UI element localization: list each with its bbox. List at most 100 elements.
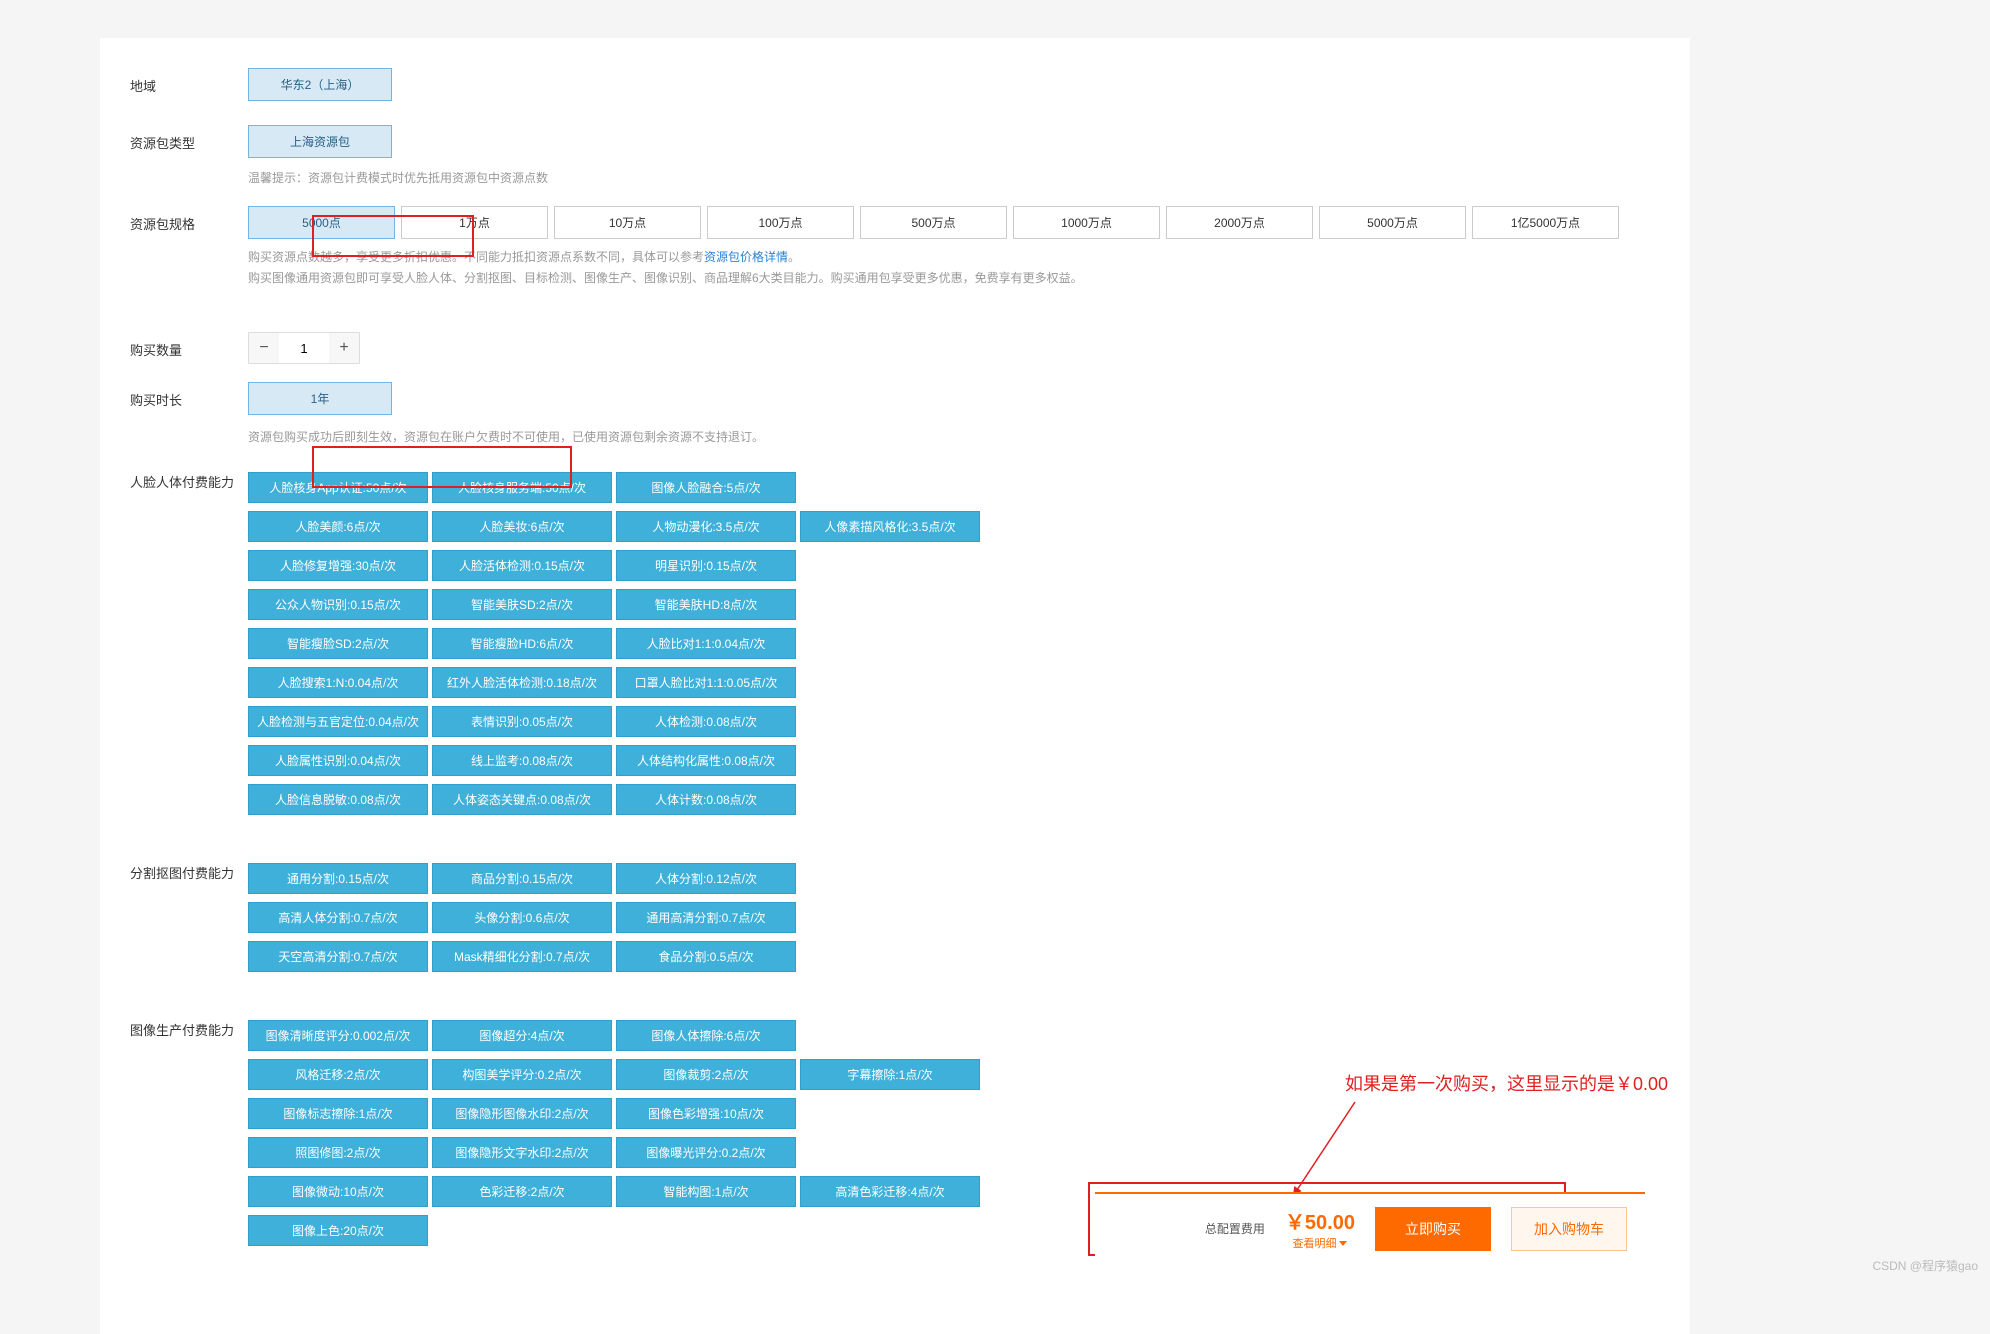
label-gen: 图像生产付费能力 <box>130 1020 248 1039</box>
seg-cap-2-0: 天空高清分割:0.7点/次 <box>248 941 428 972</box>
spec-grid: 5000点1万点10万点100万点500万点1000万点2000万点5000万点… <box>248 206 1660 239</box>
face-cap-6-1: 表情识别:0.05点/次 <box>432 706 612 737</box>
section-seg: 分割抠图付费能力 通用分割:0.15点/次商品分割:0.15点/次人体分割:0.… <box>130 863 1660 980</box>
spec-option-2[interactable]: 10万点 <box>554 206 701 239</box>
footer-bar: 总配置费用 ￥50.00 查看明细 立即购买 加入购物车 <box>1095 1192 1645 1263</box>
gen-cap-1-1: 构图美学评分:0.2点/次 <box>432 1059 612 1090</box>
spec-hint: 购买资源点数越多，享受更多折扣优惠。不同能力抵扣资源点系数不同，具体可以参考资源… <box>248 247 1660 288</box>
face-cap-0-0: 人脸核身App认证:50点/次 <box>248 472 428 503</box>
seg-cap-0-2: 人体分割:0.12点/次 <box>616 863 796 894</box>
label-spec: 资源包规格 <box>130 206 248 233</box>
qty-input[interactable] <box>279 333 329 363</box>
label-region: 地域 <box>130 68 248 95</box>
face-cap-6-0: 人脸检测与五官定位:0.04点/次 <box>248 706 428 737</box>
spec-option-5[interactable]: 1000万点 <box>1013 206 1160 239</box>
seg-cap-0-0: 通用分割:0.15点/次 <box>248 863 428 894</box>
face-cap-1-3: 人像素描风格化:3.5点/次 <box>800 511 980 542</box>
seg-capabilities: 通用分割:0.15点/次商品分割:0.15点/次人体分割:0.12点/次高清人体… <box>248 863 1660 980</box>
seg-cap-1-1: 头像分割:0.6点/次 <box>432 902 612 933</box>
label-seg: 分割抠图付费能力 <box>130 863 248 882</box>
gen-cap-2-1: 图像隐形图像水印:2点/次 <box>432 1098 612 1129</box>
face-cap-7-0: 人脸属性识别:0.04点/次 <box>248 745 428 776</box>
gen-cap-4-0: 图像微动:10点/次 <box>248 1176 428 1207</box>
face-cap-8-0: 人脸信息脱敏:0.08点/次 <box>248 784 428 815</box>
gen-cap-0-2: 图像人体擦除:6点/次 <box>616 1020 796 1051</box>
face-cap-4-2: 人脸比对1:1:0.04点/次 <box>616 628 796 659</box>
face-cap-0-1: 人脸核身服务端:50点/次 <box>432 472 612 503</box>
face-cap-2-1: 人脸活体检测:0.15点/次 <box>432 550 612 581</box>
buy-now-button[interactable]: 立即购买 <box>1375 1207 1491 1251</box>
label-face: 人脸人体付费能力 <box>130 472 248 491</box>
label-pkg-type: 资源包类型 <box>130 125 248 152</box>
gen-cap-1-2: 图像裁剪:2点/次 <box>616 1059 796 1090</box>
gen-cap-3-1: 图像隐形文字水印:2点/次 <box>432 1137 612 1168</box>
face-cap-3-2: 智能美肤HD:8点/次 <box>616 589 796 620</box>
qty-minus-button[interactable]: − <box>249 333 279 363</box>
total-price: ￥50.00 <box>1285 1206 1355 1235</box>
pkg-type-option-0[interactable]: 上海资源包 <box>248 125 392 158</box>
seg-cap-1-0: 高清人体分割:0.7点/次 <box>248 902 428 933</box>
region-option-0[interactable]: 华东2（上海） <box>248 68 392 101</box>
cost-label: 总配置费用 <box>1205 1220 1265 1237</box>
face-cap-7-2: 人体结构化属性:0.08点/次 <box>616 745 796 776</box>
gen-cap-5-0: 图像上色:20点/次 <box>248 1215 428 1246</box>
section-face: 人脸人体付费能力 人脸核身App认证:50点/次人脸核身服务端:50点/次图像人… <box>130 472 1660 823</box>
row-spec: 资源包规格 5000点1万点10万点100万点500万点1000万点2000万点… <box>130 206 1660 288</box>
face-cap-2-2: 明星识别:0.15点/次 <box>616 550 796 581</box>
face-capabilities: 人脸核身App认证:50点/次人脸核身服务端:50点/次图像人脸融合:5点/次人… <box>248 472 1660 823</box>
face-cap-7-1: 线上监考:0.08点/次 <box>432 745 612 776</box>
face-cap-6-2: 人体检测:0.08点/次 <box>616 706 796 737</box>
gen-cap-1-3: 字幕擦除:1点/次 <box>800 1059 980 1090</box>
qty-plus-button[interactable]: + <box>329 333 359 363</box>
spec-option-0[interactable]: 5000点 <box>248 206 395 239</box>
face-cap-8-1: 人体姿态关键点:0.08点/次 <box>432 784 612 815</box>
spec-price-link[interactable]: 资源包价格详情 <box>704 250 788 264</box>
duration-hint: 资源包购买成功后即刻生效，资源包在账户欠费时不可使用，已使用资源包剩余资源不支持… <box>248 427 1660 447</box>
spec-option-4[interactable]: 500万点 <box>860 206 1007 239</box>
gen-cap-3-2: 图像曝光评分:0.2点/次 <box>616 1137 796 1168</box>
seg-cap-2-1: Mask精细化分割:0.7点/次 <box>432 941 612 972</box>
gen-cap-3-0: 照图修图:2点/次 <box>248 1137 428 1168</box>
face-cap-2-0: 人脸修复增强:30点/次 <box>248 550 428 581</box>
spec-option-8[interactable]: 1亿5000万点 <box>1472 206 1619 239</box>
gen-cap-4-2: 智能构图:1点/次 <box>616 1176 796 1207</box>
face-cap-3-0: 公众人物识别:0.15点/次 <box>248 589 428 620</box>
view-detail-link[interactable]: 查看明细 <box>1292 1235 1347 1251</box>
pkg-type-hint: 温馨提示：资源包计费模式时优先抵用资源包中资源点数 <box>248 168 1660 188</box>
face-cap-0-2: 图像人脸融合:5点/次 <box>616 472 796 503</box>
label-duration: 购买时长 <box>130 382 248 409</box>
face-cap-1-1: 人脸美妆:6点/次 <box>432 511 612 542</box>
row-region: 地域 华东2（上海） <box>130 68 1660 107</box>
seg-cap-2-2: 食品分割:0.5点/次 <box>616 941 796 972</box>
face-cap-8-2: 人体计数:0.08点/次 <box>616 784 796 815</box>
duration-option-0[interactable]: 1年 <box>248 382 392 415</box>
gen-cap-2-0: 图像标志擦除:1点/次 <box>248 1098 428 1129</box>
face-cap-5-0: 人脸搜索1:N:0.04点/次 <box>248 667 428 698</box>
seg-cap-0-1: 商品分割:0.15点/次 <box>432 863 612 894</box>
watermark: CSDN @程序猿gao <box>1872 1257 1978 1274</box>
row-duration: 购买时长 1年 资源包购买成功后即刻生效，资源包在账户欠费时不可使用，已使用资源… <box>130 382 1660 447</box>
face-cap-5-2: 口罩人脸比对1:1:0.05点/次 <box>616 667 796 698</box>
gen-cap-0-1: 图像超分:4点/次 <box>432 1020 612 1051</box>
spec-option-6[interactable]: 2000万点 <box>1166 206 1313 239</box>
gen-cap-4-1: 色彩迁移:2点/次 <box>432 1176 612 1207</box>
face-cap-4-1: 智能瘦脸HD:6点/次 <box>432 628 612 659</box>
gen-cap-1-0: 风格迁移:2点/次 <box>248 1059 428 1090</box>
add-to-cart-button[interactable]: 加入购物车 <box>1511 1207 1627 1251</box>
annotation-text: 如果是第一次购买，这里显示的是￥0.00 <box>1345 1070 1668 1096</box>
face-cap-4-0: 智能瘦脸SD:2点/次 <box>248 628 428 659</box>
face-cap-1-0: 人脸美颜:6点/次 <box>248 511 428 542</box>
face-cap-3-1: 智能美肤SD:2点/次 <box>432 589 612 620</box>
spec-option-1[interactable]: 1万点 <box>401 206 548 239</box>
gen-cap-4-3: 高清色彩迁移:4点/次 <box>800 1176 980 1207</box>
spec-option-3[interactable]: 100万点 <box>707 206 854 239</box>
face-cap-5-1: 红外人脸活体检测:0.18点/次 <box>432 667 612 698</box>
gen-cap-2-2: 图像色彩增强:10点/次 <box>616 1098 796 1129</box>
gen-cap-0-0: 图像清晰度评分:0.002点/次 <box>248 1020 428 1051</box>
quantity-stepper: − + <box>248 332 360 364</box>
spec-option-7[interactable]: 5000万点 <box>1319 206 1466 239</box>
row-quantity: 购买数量 − + <box>130 332 1660 364</box>
face-cap-1-2: 人物动漫化:3.5点/次 <box>616 511 796 542</box>
chevron-down-icon <box>1339 1241 1347 1246</box>
row-pkg-type: 资源包类型 上海资源包 温馨提示：资源包计费模式时优先抵用资源包中资源点数 <box>130 125 1660 188</box>
